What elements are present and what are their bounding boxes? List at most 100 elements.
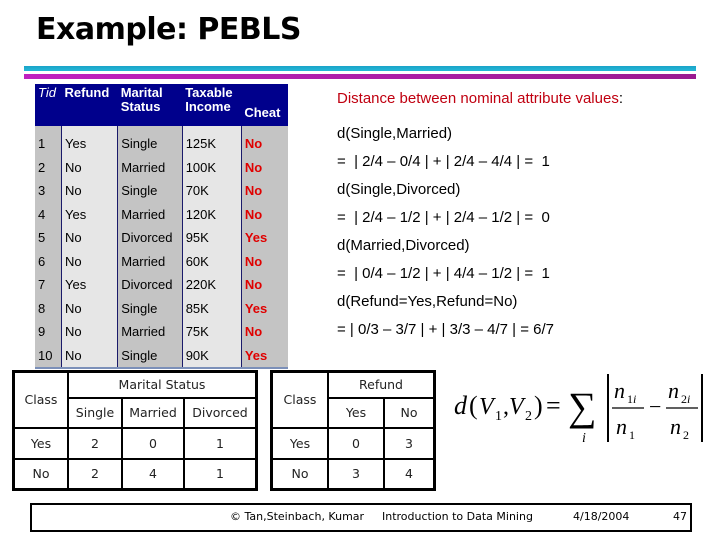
cell-taxable-income: 125K xyxy=(181,126,242,156)
row-label: No xyxy=(12,457,69,491)
header-tid: Tid xyxy=(35,84,62,126)
title-rule-cyan xyxy=(24,66,696,71)
count-row: No 3 4 xyxy=(270,457,436,491)
table-header-row: Tid Refund Marital Status Taxable Income C… xyxy=(35,84,288,126)
count-cell: 3 xyxy=(383,426,436,460)
vdm-distance-formula: d ( V 1 , V 2 ) = ∑ i n 1i n 1 − n 2i n … xyxy=(454,374,703,446)
distance-line: d(Single,Divorced) xyxy=(337,181,461,198)
row-label: Yes xyxy=(270,426,329,460)
marital-status-count-table: Class Marital Status Single Married Divo… xyxy=(12,370,258,491)
cell-taxable-income: 220K xyxy=(181,273,242,297)
header-cheat: Cheat xyxy=(241,84,288,126)
cell-refund: No xyxy=(60,179,118,203)
cell-marital-status: Married xyxy=(117,320,183,344)
cell-refund: No xyxy=(60,320,118,344)
table-row: 3 No Single 70K No xyxy=(35,179,288,203)
distance-line: d(Single,Married) xyxy=(337,125,453,142)
cell-tid: 5 xyxy=(35,226,62,250)
cell-refund: Yes xyxy=(60,202,118,226)
cell-cheat: Yes xyxy=(240,296,288,320)
formula-minus: − xyxy=(649,394,661,419)
cell-cheat: No xyxy=(240,126,288,156)
table-row: 2 No Married 100K No xyxy=(35,155,288,179)
formula-paren-open: ( xyxy=(469,391,478,420)
cell-taxable-income: 75K xyxy=(181,320,242,344)
cell-tid: 6 xyxy=(35,249,62,273)
cell-refund: No xyxy=(60,343,118,368)
footer-copyright: © Tan,Steinbach, Kumar xyxy=(230,510,365,523)
formula-n2i-sub: 2i xyxy=(681,392,690,406)
cell-refund: No xyxy=(60,226,118,250)
row-label: No xyxy=(270,457,329,491)
cell-tid: 1 xyxy=(35,126,62,156)
cell-tid: 9 xyxy=(35,320,62,344)
cell-cheat: No xyxy=(240,202,288,226)
cell-tid: 10 xyxy=(35,343,62,368)
col-married: Married xyxy=(121,396,185,429)
formula-n2: n xyxy=(670,414,681,439)
cell-taxable-income: 90K xyxy=(181,343,242,368)
count-cell: 4 xyxy=(121,457,185,491)
cell-marital-status: Single xyxy=(117,126,183,156)
cell-marital-status: Single xyxy=(117,179,183,203)
col-no: No xyxy=(383,396,436,429)
refund-count-table: Class Refund Yes No Yes 0 3 No 3 4 xyxy=(270,370,436,491)
cell-cheat: Yes xyxy=(240,343,288,368)
cell-tid: 3 xyxy=(35,179,62,203)
table-row: 5 No Divorced 95K Yes xyxy=(35,226,288,250)
formula-n2-sub: 2 xyxy=(683,428,689,442)
cell-taxable-income: 60K xyxy=(181,249,242,273)
count-cell: 3 xyxy=(327,457,385,491)
cell-marital-status: Divorced xyxy=(117,226,183,250)
slide-title: Example: PEBLS xyxy=(36,12,301,47)
table-row: 1 Yes Single 125K No xyxy=(35,126,288,156)
cell-marital-status: Married xyxy=(117,155,183,179)
count-row: Yes 2 0 1 xyxy=(12,426,258,460)
training-data-table: Tid Refund Marital Status Taxable Income C… xyxy=(35,84,288,369)
count-cell: 2 xyxy=(67,457,123,491)
cell-marital-status: Married xyxy=(117,249,183,273)
distance-line: = | 2/4 – 1/2 | + | 2/4 – 1/2 | = 0 xyxy=(337,209,550,226)
count-cell: 1 xyxy=(183,457,258,491)
count-cell: 0 xyxy=(121,426,185,460)
cell-tid: 7 xyxy=(35,273,62,297)
cell-cheat: No xyxy=(240,320,288,344)
cell-cheat: No xyxy=(240,249,288,273)
corner-class: Class xyxy=(270,370,329,429)
table-row: 9 No Married 75K No xyxy=(35,320,288,344)
cell-refund: No xyxy=(60,155,118,179)
formula-n1i-sub: 1i xyxy=(627,392,636,406)
col-yes: Yes xyxy=(327,396,385,429)
cell-tid: 8 xyxy=(35,296,62,320)
formula-n1-sub: 1 xyxy=(629,428,635,442)
formula-d: d xyxy=(454,391,468,420)
formula-v1: V xyxy=(479,394,496,420)
col-divorced: Divorced xyxy=(183,396,258,429)
distance-line: = | 2/4 – 0/4 | + | 2/4 – 4/4 | = 1 xyxy=(337,153,550,170)
table-row: 4 Yes Married 120K No xyxy=(35,202,288,226)
footer-course: Introduction to Data Mining xyxy=(382,510,533,523)
count-cell: 4 xyxy=(383,457,436,491)
cell-marital-status: Divorced xyxy=(117,273,183,297)
cell-cheat: No xyxy=(240,273,288,297)
footer-page-number: 47 xyxy=(673,510,687,523)
cell-cheat: No xyxy=(240,155,288,179)
formula-n1i: n xyxy=(614,378,625,403)
count-cell: 0 xyxy=(327,426,385,460)
cell-cheat: No xyxy=(240,179,288,203)
cell-refund: No xyxy=(60,249,118,273)
distance-line: = | 0/3 – 3/7 | + | 3/3 – 4/7 | = 6/7 xyxy=(337,321,554,338)
cell-marital-status: Single xyxy=(117,343,183,368)
cell-taxable-income: 120K xyxy=(181,202,242,226)
cell-cheat: Yes xyxy=(240,226,288,250)
title-rule-magenta xyxy=(24,74,696,79)
table-row: 7 Yes Divorced 220K No xyxy=(35,273,288,297)
count-cell: 2 xyxy=(67,426,123,460)
cell-refund: Yes xyxy=(60,273,118,297)
header-marital-status: Marital Status xyxy=(117,84,183,126)
table-row: 10 No Single 90K Yes xyxy=(35,343,288,368)
sigma-icon: ∑ xyxy=(568,384,597,429)
header-refund: Refund xyxy=(61,84,118,126)
slide-footer: © Tan,Steinbach, Kumar Introduction to D… xyxy=(30,503,692,532)
col-single: Single xyxy=(67,396,123,429)
